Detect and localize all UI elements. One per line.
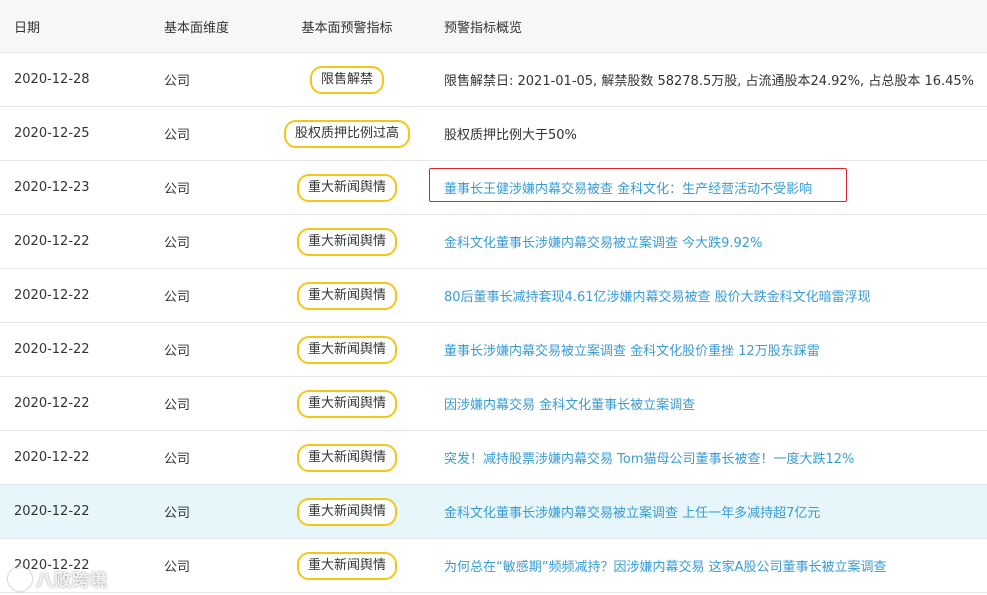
row-dimension: 公司 (164, 560, 191, 575)
table-row: 2020-12-22 公司 重大新闻舆情 金科文化董事长涉嫌内幕交易被立案调查 … (0, 215, 987, 269)
row-date: 2020-12-23 (14, 180, 90, 195)
header-date[interactable]: 日期 (14, 0, 40, 52)
row-dimension: 公司 (164, 74, 191, 89)
indicator-tag: 重大新闻舆情 (296, 227, 397, 256)
indicator-tag: 股权质押比例过高 (283, 119, 410, 148)
indicator-tag: 重大新闻舆情 (296, 443, 397, 472)
news-link[interactable]: 为何总在“敏感期”频频减持？因涉嫌内幕交易 这家A股公司董事长被立案调查 (444, 556, 887, 575)
row-dimension: 公司 (164, 452, 191, 467)
table-row: 2020-12-22 公司 重大新闻舆情 突发！减持股票涉嫌内幕交易 Tom猫母… (0, 431, 987, 485)
news-link[interactable]: 80后董事长减持套现4.61亿涉嫌内幕交易被查 股价大跌金科文化暗雷浮现 (444, 286, 871, 305)
table-row: 2020-12-28 公司 限售解禁 限售解禁日: 2021-01-05, 解禁… (0, 53, 987, 107)
news-link[interactable]: 董事长涉嫌内幕交易被立案调查 金科文化股价重挫 12万股东踩雷 (444, 340, 820, 359)
news-link[interactable]: 突发！减持股票涉嫌内幕交易 Tom猫母公司董事长被查！一度大跌12% (444, 448, 854, 467)
watermark-text: 八败跨境 (36, 571, 108, 591)
row-date: 2020-12-22 (14, 504, 90, 519)
news-link[interactable]: 金科文化董事长涉嫌内幕交易被立案调查 上任一年多减持超7亿元 (444, 502, 820, 521)
table-header: 日期 基本面维度 基本面预警指标 预警指标概览 (0, 0, 987, 53)
row-date: 2020-12-22 (14, 234, 90, 249)
table-row: 2020-12-22 公司 重大新闻舆情 董事长涉嫌内幕交易被立案调查 金科文化… (0, 323, 987, 377)
table-row: 2020-12-22 公司 重大新闻舆情 80后董事长减持套现4.61亿涉嫌内幕… (0, 269, 987, 323)
header-dimension[interactable]: 基本面维度 (164, 0, 229, 52)
news-link[interactable]: 因涉嫌内幕交易 金科文化董事长被立案调查 (444, 394, 695, 413)
row-date: 2020-12-22 (14, 450, 90, 465)
row-dimension: 公司 (164, 236, 191, 251)
row-dimension: 公司 (164, 182, 191, 197)
row-dimension: 公司 (164, 128, 191, 143)
indicator-tag: 重大新闻舆情 (296, 281, 397, 310)
row-date: 2020-12-22 (14, 342, 90, 357)
indicator-tag: 重大新闻舆情 (296, 551, 397, 580)
row-dimension: 公司 (164, 398, 191, 413)
indicator-tag: 重大新闻舆情 (296, 497, 397, 526)
watermark: 八败跨境 (8, 566, 108, 591)
warning-table: 日期 基本面维度 基本面预警指标 预警指标概览 2020-12-28 公司 限售… (0, 0, 987, 593)
row-dimension: 公司 (164, 506, 191, 521)
table-row: 2020-12-22 公司 重大新闻舆情 因涉嫌内幕交易 金科文化董事长被立案调… (0, 377, 987, 431)
indicator-tag: 重大新闻舆情 (296, 173, 397, 202)
row-summary: 限售解禁日: 2021-01-05, 解禁股数 58278.5万股, 占流通股本… (444, 74, 975, 89)
indicator-tag: 重大新闻舆情 (296, 335, 397, 364)
row-date: 2020-12-22 (14, 288, 90, 303)
row-dimension: 公司 (164, 344, 191, 359)
row-date: 2020-12-22 (14, 396, 90, 411)
news-link[interactable]: 董事长王健涉嫌内幕交易被查 金科文化：生产经营活动不受影响 (444, 178, 812, 197)
row-date: 2020-12-25 (14, 126, 90, 141)
row-summary: 股权质押比例大于50% (444, 128, 577, 143)
table-row: 2020-12-22 公司 重大新闻舆情 为何总在“敏感期”频频减持？因涉嫌内幕… (0, 539, 987, 593)
indicator-tag: 重大新闻舆情 (296, 389, 397, 418)
news-link[interactable]: 金科文化董事长涉嫌内幕交易被立案调查 今大跌9.92% (444, 232, 762, 251)
row-date: 2020-12-28 (14, 72, 90, 87)
table-row: 2020-12-23 公司 重大新闻舆情 董事长王健涉嫌内幕交易被查 金科文化：… (0, 161, 987, 215)
header-summary[interactable]: 预警指标概览 (444, 0, 983, 52)
indicator-tag: 限售解禁 (309, 65, 384, 94)
watermark-logo-icon (8, 566, 32, 591)
table-row-hovered: 2020-12-22 公司 重大新闻舆情 金科文化董事长涉嫌内幕交易被立案调查 … (0, 485, 987, 539)
table-row: 2020-12-25 公司 股权质押比例过高 股权质押比例大于50% (0, 107, 987, 161)
header-indicator[interactable]: 基本面预警指标 (272, 0, 422, 52)
row-dimension: 公司 (164, 290, 191, 305)
